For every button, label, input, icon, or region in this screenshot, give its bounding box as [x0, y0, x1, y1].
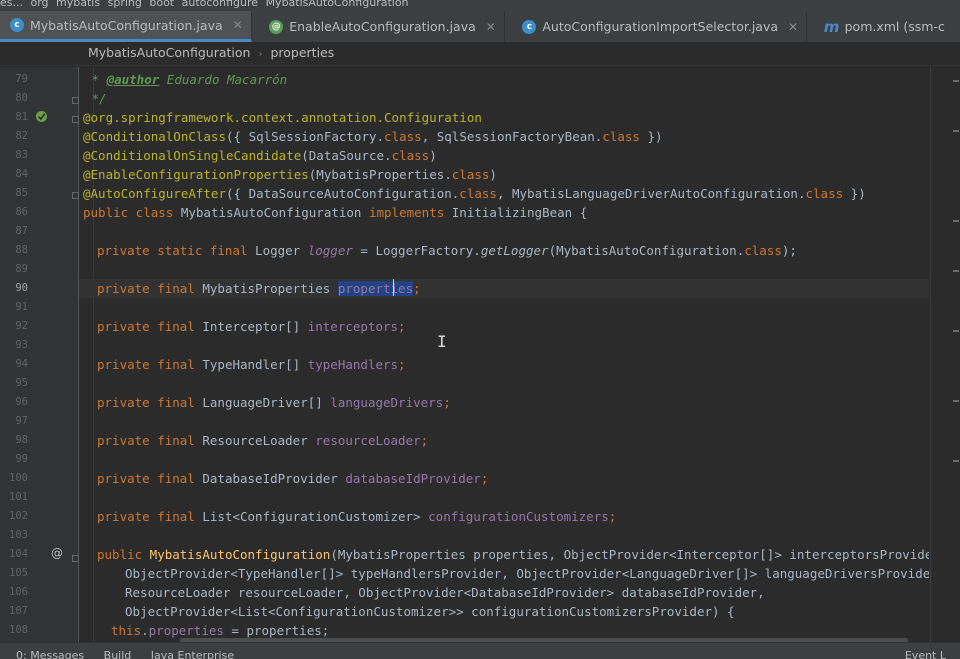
code-editor[interactable]: * @author Eduardo Macarrón */ @org.sprin… [79, 67, 929, 642]
code-line: private final ResourceLoader resourceLoa… [97, 433, 429, 448]
line-number: 81 [15, 111, 28, 123]
line-number: 83 [15, 149, 28, 161]
tab-pom-xml[interactable]: m pom.xml (ssm-c [815, 11, 953, 42]
override-marker-icon[interactable]: @ [51, 546, 64, 560]
class-icon: c [10, 18, 24, 32]
tab-label: EnableAutoConfiguration.java [289, 19, 476, 34]
code-line: @AutoConfigureAfter({ DataSourceAutoConf… [83, 186, 866, 201]
line-number: 103 [9, 529, 28, 541]
fold-icon[interactable] [72, 97, 79, 104]
code-line: private final DatabaseIdProvider databas… [97, 471, 489, 486]
code-line: @org.springframework.context.annotation.… [83, 110, 482, 125]
line-number: 98 [15, 434, 28, 446]
tab-label: pom.xml (ssm-c [844, 19, 945, 34]
chevron-right-icon: › [258, 49, 263, 60]
vertical-scrollbar[interactable] [951, 70, 960, 635]
line-number: 80 [15, 92, 28, 104]
tab-enable-auto-configuration[interactable]: @ EnableAutoConfiguration.java ✕ [259, 11, 505, 42]
maven-icon: m [823, 17, 840, 36]
line-number: 99 [15, 453, 28, 465]
code-line: private final LanguageDriver[] languageD… [97, 395, 451, 410]
editor-tabs: c MybatisAutoConfiguration.java ✕ @ Enab… [0, 11, 960, 43]
selected-identifier: properties [337, 281, 414, 296]
code-line: ObjectProvider<TypeHandler[]> typeHandle… [125, 566, 929, 581]
code-line: private static final Logger logger = Log… [97, 243, 797, 258]
mouse-ibeam-cursor: I [437, 332, 447, 351]
spring-bean-icon[interactable] [35, 110, 48, 123]
event-log-button[interactable]: Event L [905, 643, 946, 659]
annotation-icon: @ [269, 19, 284, 34]
fold-icon[interactable] [72, 192, 79, 199]
code-line: * @author Eduardo Macarrón [84, 72, 288, 87]
close-icon[interactable]: ✕ [486, 20, 496, 34]
nav-item[interactable]: es... [0, 0, 23, 9]
line-number: 106 [9, 586, 28, 598]
code-line: public MybatisAutoConfiguration(MybatisP… [97, 547, 929, 562]
line-number: 96 [15, 396, 28, 408]
line-number: 89 [15, 263, 28, 275]
nav-item[interactable]: autoconfigure [182, 0, 258, 9]
code-line: ObjectProvider<List<ConfigurationCustomi… [125, 604, 735, 619]
code-line: private final List<ConfigurationCustomiz… [97, 509, 617, 524]
line-number: 92 [15, 320, 28, 332]
line-number: 88 [15, 244, 28, 256]
code-line: @EnableConfigurationProperties(MybatisPr… [83, 167, 497, 182]
right-margin-guide [930, 67, 931, 642]
code-line: public class MybatisAutoConfiguration im… [83, 205, 588, 220]
navigation-bar: es... org mybatis spring boot autoconfig… [0, 0, 960, 11]
line-number: 87 [15, 225, 28, 237]
close-icon[interactable]: ✕ [233, 18, 243, 32]
tab-label: MybatisAutoConfiguration.java [30, 17, 223, 33]
line-number: 101 [9, 491, 28, 503]
fold-icon[interactable] [72, 555, 79, 562]
line-number: 104 [9, 548, 28, 560]
code-line: @ConditionalOnClass({ SqlSessionFactory.… [83, 129, 663, 144]
nav-item[interactable]: mybatis [56, 0, 100, 9]
fold-icon[interactable] [72, 116, 79, 123]
tab-auto-configuration-import-selector[interactable]: c AutoConfigurationImportSelector.java ✕ [512, 11, 808, 42]
text-caret [393, 279, 394, 296]
code-line: private final Interceptor[] interceptors… [97, 319, 406, 334]
line-number: 82 [15, 130, 28, 142]
line-number: 107 [9, 605, 28, 617]
line-number: 91 [15, 301, 28, 313]
tab-label: AutoConfigurationImportSelector.java [542, 19, 779, 34]
code-line: ResourceLoader resourceLoader, ObjectPro… [125, 585, 765, 600]
line-number: 86 [15, 206, 28, 218]
line-number: 108 [9, 624, 28, 636]
tool-window-bar: 0: Messages Build Java Enterprise Event … [0, 642, 960, 659]
line-number: 100 [9, 472, 28, 484]
editor-breadcrumb: MybatisAutoConfiguration › properties [0, 42, 960, 66]
line-number: 79 [15, 73, 28, 85]
line-number: 84 [15, 168, 28, 180]
code-line: private final TypeHandler[] typeHandlers… [97, 357, 406, 372]
code-line: */ [84, 91, 107, 106]
line-number: 85 [15, 187, 28, 199]
line-number: 95 [15, 377, 28, 389]
line-number: 97 [15, 415, 28, 427]
breadcrumb-class[interactable]: MybatisAutoConfiguration [88, 45, 250, 60]
nav-item[interactable]: MybatisAutoConfiguration [266, 0, 409, 9]
nav-item[interactable]: spring [108, 0, 142, 9]
nav-item[interactable]: boot [149, 0, 174, 9]
nav-item[interactable]: org [31, 0, 49, 9]
line-number: 105 [9, 567, 28, 579]
line-number: 102 [9, 510, 28, 522]
close-icon[interactable]: ✕ [788, 20, 798, 34]
line-number: 94 [15, 358, 28, 370]
tab-mybatis-auto-configuration[interactable]: c MybatisAutoConfiguration.java ✕ [0, 11, 252, 42]
code-line: private final MybatisProperties properti… [97, 281, 421, 296]
line-number: 90 [15, 282, 28, 294]
breadcrumb-member[interactable]: properties [270, 45, 334, 60]
class-icon: c [522, 19, 537, 34]
line-number: 93 [15, 339, 28, 351]
code-line: @ConditionalOnSingleCandidate(DataSource… [83, 148, 437, 163]
